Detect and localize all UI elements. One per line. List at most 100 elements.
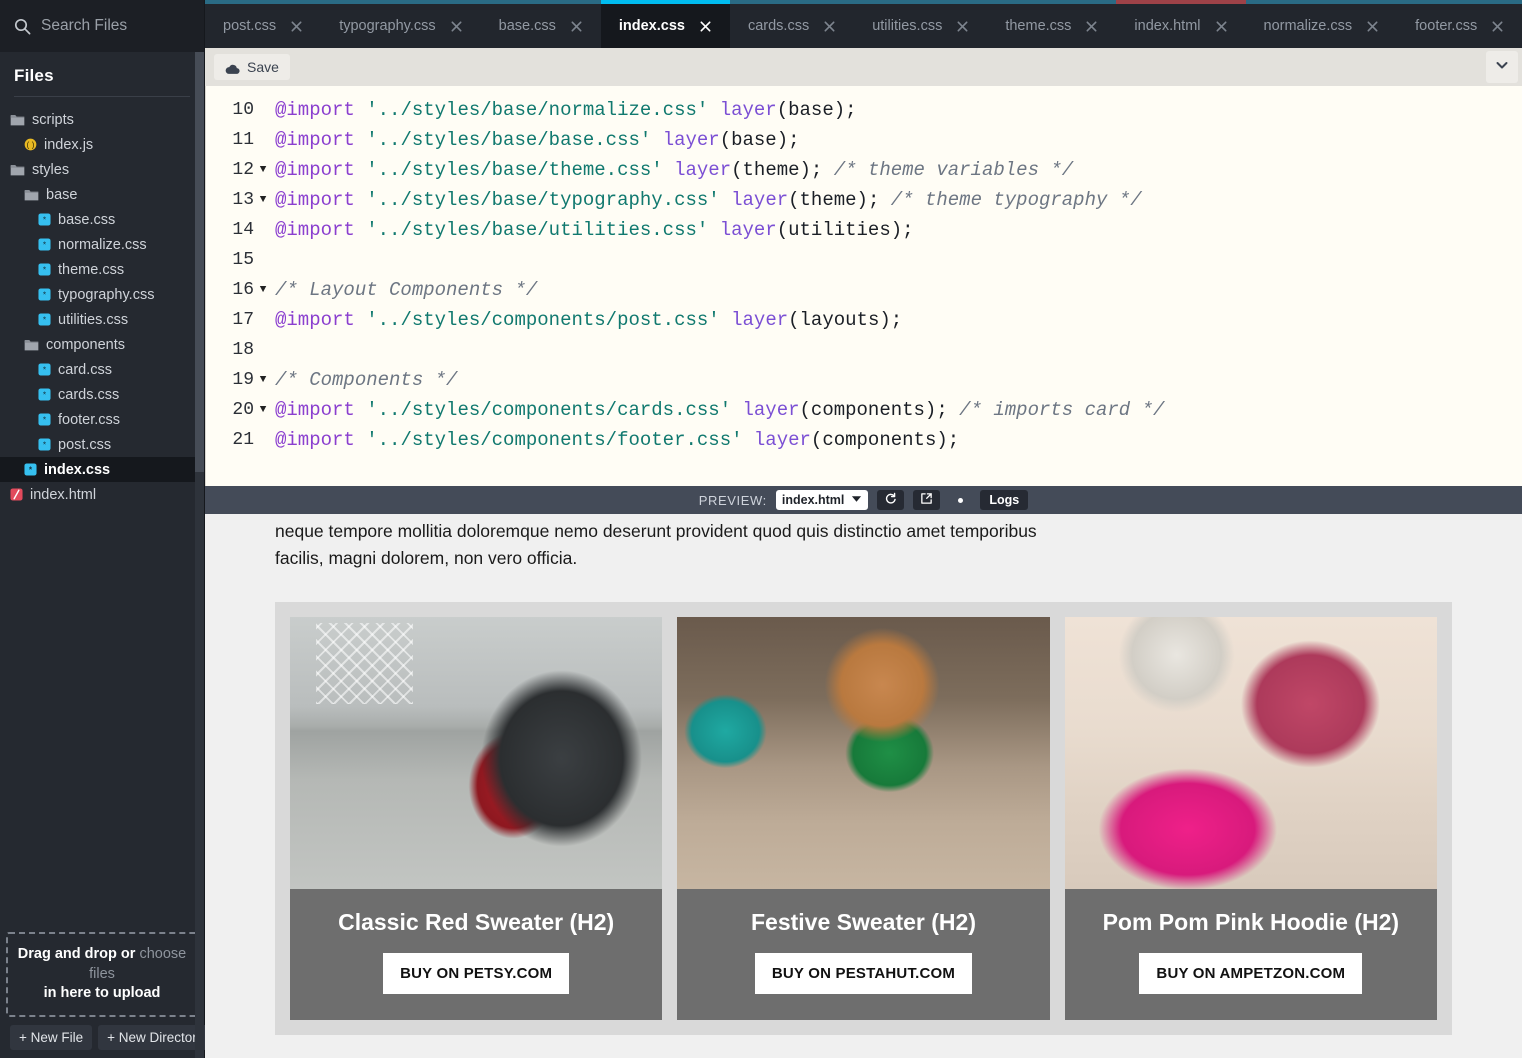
tree-item-cards-css[interactable]: *cards.css [0,382,204,407]
code-line[interactable]: 14@import '../styles/base/utilities.css'… [206,215,1522,245]
code-line[interactable]: 11@import '../styles/base/base.css' laye… [206,125,1522,155]
code-line[interactable]: 21@import '../styles/components/footer.c… [206,425,1522,455]
tree-item-label: typography.css [58,287,154,303]
sidebar-scrollbar[interactable] [195,52,204,1058]
upload-dropzone[interactable]: Drag and drop or choose files in here to… [6,932,198,1017]
tree-item-footer-css[interactable]: *footer.css [0,407,204,432]
tree-item-normalize-css[interactable]: *normalize.css [0,232,204,257]
fold-toggle-icon[interactable]: ▼ [256,275,270,305]
tab-normalize-css[interactable]: normalize.css [1246,0,1398,48]
tree-item-styles[interactable]: styles [0,157,204,182]
code-lines[interactable]: 9▼/* Base */10@import '../styles/base/no… [206,86,1522,455]
buy-button[interactable]: BUY ON AMPETZON.COM [1139,953,1362,994]
tab-close-icon[interactable] [290,20,303,33]
tab-close-icon[interactable] [1366,20,1379,33]
tree-item-base-css[interactable]: *base.css [0,207,204,232]
preview-logs-button[interactable]: Logs [980,490,1028,510]
save-button[interactable]: Save [214,54,290,80]
code-line[interactable]: 12▼@import '../styles/base/theme.css' la… [206,155,1522,185]
line-number: 17 [206,305,256,335]
toolbar-more-button[interactable] [1486,51,1518,83]
tab-footer-css[interactable]: footer.css [1397,0,1522,48]
tab-index-css[interactable]: index.css [601,0,730,48]
product-button-wrap: BUY ON PESTAHUT.COM [677,936,1049,1020]
code-text: @import '../styles/base/theme.css' layer… [270,155,1073,185]
code-line[interactable]: 20▼@import '../styles/components/cards.c… [206,395,1522,425]
code-editor[interactable]: 9▼/* Base */10@import '../styles/base/no… [205,86,1522,486]
tree-item-index-js[interactable]: ()index.js [0,132,204,157]
token-plain [651,129,662,151]
tab-close-icon[interactable] [1215,20,1228,33]
buy-button[interactable]: BUY ON PESTAHUT.COM [755,953,972,994]
tree-item-post-css[interactable]: *post.css [0,432,204,457]
fold-toggle-icon[interactable]: ▼ [256,185,270,215]
product-image [1065,617,1437,889]
code-line[interactable]: 17@import '../styles/components/post.css… [206,305,1522,335]
preview-refresh-button[interactable] [877,490,904,510]
code-line[interactable]: 9▼/* Base */ [206,86,1522,95]
tree-item-label: cards.css [58,387,119,403]
tree-item-label: index.css [44,462,110,478]
preview-file-select[interactable]: index.html [776,490,869,510]
tab-close-icon[interactable] [570,20,583,33]
product-card: Classic Red Sweater (H2)BUY ON PETSY.COM [290,617,662,1020]
fold-toggle-icon[interactable]: ▼ [256,365,270,395]
token-comment: /* theme typography */ [891,189,1142,211]
new-file-button[interactable]: + New File [10,1025,92,1050]
line-number: 13 [206,185,256,215]
fold-toggle-icon[interactable]: ▼ [256,86,270,95]
tab-close-icon[interactable] [956,20,969,33]
tree-item-components[interactable]: components [0,332,204,357]
tree-item-index-css[interactable]: *index.css [0,457,204,482]
tree-item-scripts[interactable]: scripts [0,107,204,132]
token-plain: (base); [777,99,857,121]
folder-icon [10,164,25,176]
sidebar-scrollbar-thumb[interactable] [195,52,204,472]
tab-cards-css[interactable]: cards.css [730,0,854,48]
token-string: '../styles/base/theme.css' [366,159,662,181]
tree-item-label: index.html [30,487,96,503]
fold-toggle-icon[interactable]: ▼ [256,395,270,425]
code-line[interactable]: 16▼/* Layout Components */ [206,275,1522,305]
tab-index-html[interactable]: index.html [1116,0,1245,48]
code-line[interactable]: 18 [206,335,1522,365]
tree-item-utilities-css[interactable]: *utilities.css [0,307,204,332]
line-number: 9 [206,86,256,95]
tab-theme-css[interactable]: theme.css [987,0,1116,48]
token-plain [663,159,674,181]
tab-close-icon[interactable] [1491,20,1504,33]
dog-in-red-christmas-sweater [290,617,662,889]
tree-item-card-css[interactable]: *card.css [0,357,204,382]
buy-button[interactable]: BUY ON PETSY.COM [383,953,569,994]
token-comment: /* theme variables */ [834,159,1073,181]
tree-item-base[interactable]: base [0,182,204,207]
tab-typography-css[interactable]: typography.css [321,0,480,48]
tab-utilities-css[interactable]: utilities.css [854,0,987,48]
product-card: Festive Sweater (H2)BUY ON PESTAHUT.COM [677,617,1049,1020]
token-plain [743,429,754,451]
code-line[interactable]: 10@import '../styles/base/normalize.css'… [206,95,1522,125]
search-input[interactable] [41,17,196,35]
tree-item-index-html[interactable]: index.html [0,482,204,507]
tab-close-icon[interactable] [699,20,712,33]
upload-dropzone-wrap: Drag and drop or choose files in here to… [0,926,204,1021]
css-file-icon: * [38,313,51,326]
code-line[interactable]: 13▼@import '../styles/base/typography.cs… [206,185,1522,215]
css-file-icon: * [38,438,51,451]
tree-item-theme-css[interactable]: *theme.css [0,257,204,282]
code-line[interactable]: 15 [206,245,1522,275]
fold-toggle-icon[interactable]: ▼ [256,155,270,185]
tab-post-css[interactable]: post.css [205,0,321,48]
preview-popout-button[interactable] [913,490,940,510]
tree-item-typography-css[interactable]: *typography.css [0,282,204,307]
tab-base-css[interactable]: base.css [481,0,601,48]
tree-item-label: normalize.css [58,237,147,253]
code-line[interactable]: 19▼/* Components */ [206,365,1522,395]
token-fn: layer [720,219,777,241]
svg-text:*: * [42,266,47,276]
tab-close-icon[interactable] [1085,20,1098,33]
tab-close-icon[interactable] [823,20,836,33]
tab-close-icon[interactable] [450,20,463,33]
token-plain: (theme); [788,189,891,211]
line-number: 15 [206,245,256,275]
